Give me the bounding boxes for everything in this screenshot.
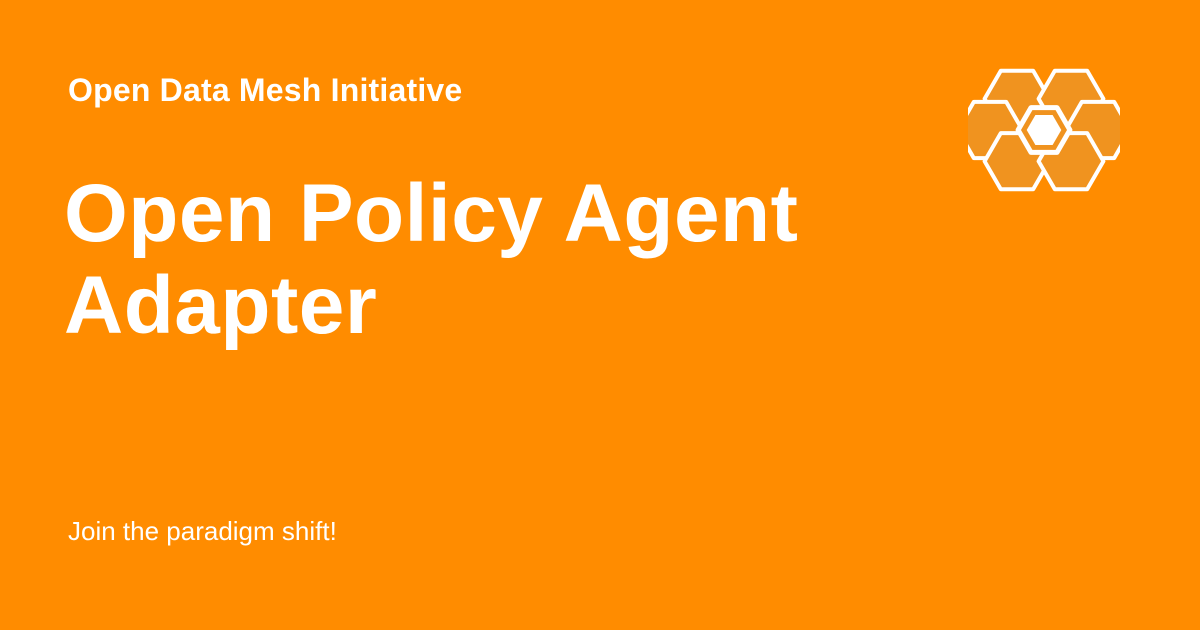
- honeycomb-logo-icon: [968, 68, 1120, 192]
- tagline: Join the paradigm shift!: [68, 516, 337, 546]
- social-card: Open Data Mesh Initiative Open Policy Ag…: [0, 0, 1200, 630]
- site-name: Open Data Mesh Initiative: [68, 72, 463, 108]
- page-title: Open Policy Agent Adapter: [64, 168, 944, 352]
- page-title-line-1: Open Policy Agent: [64, 168, 799, 259]
- page-title-line-2: Adapter: [64, 260, 378, 351]
